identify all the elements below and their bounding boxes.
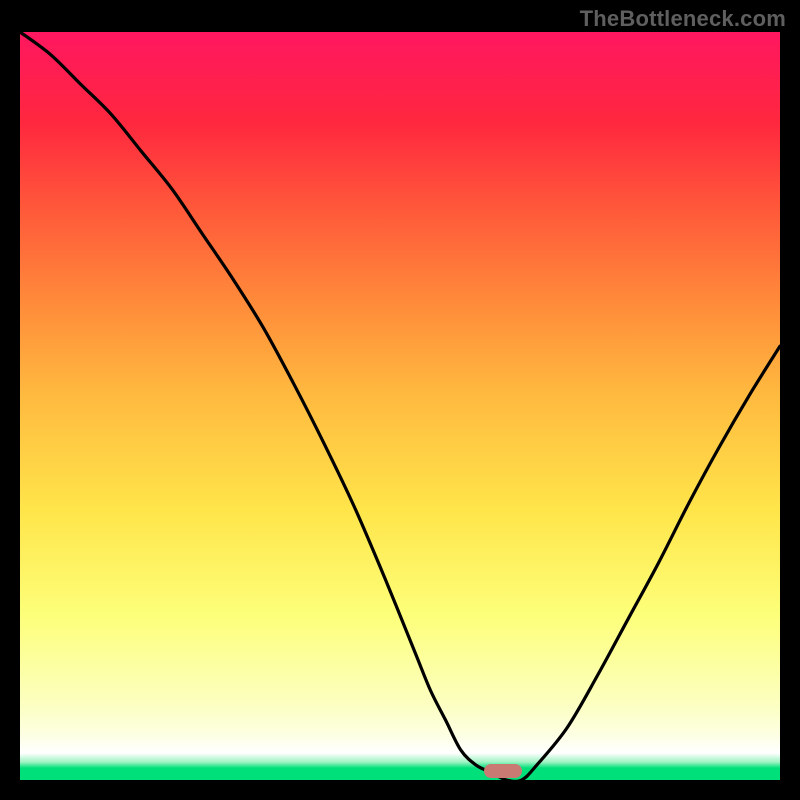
- bottleneck-curve-path: [20, 32, 780, 780]
- curve-overlay: [20, 32, 780, 780]
- plot-area: [20, 32, 780, 780]
- watermark-text: TheBottleneck.com: [580, 6, 786, 32]
- chart-frame: TheBottleneck.com: [0, 0, 800, 800]
- optimal-zone-marker: [484, 764, 522, 778]
